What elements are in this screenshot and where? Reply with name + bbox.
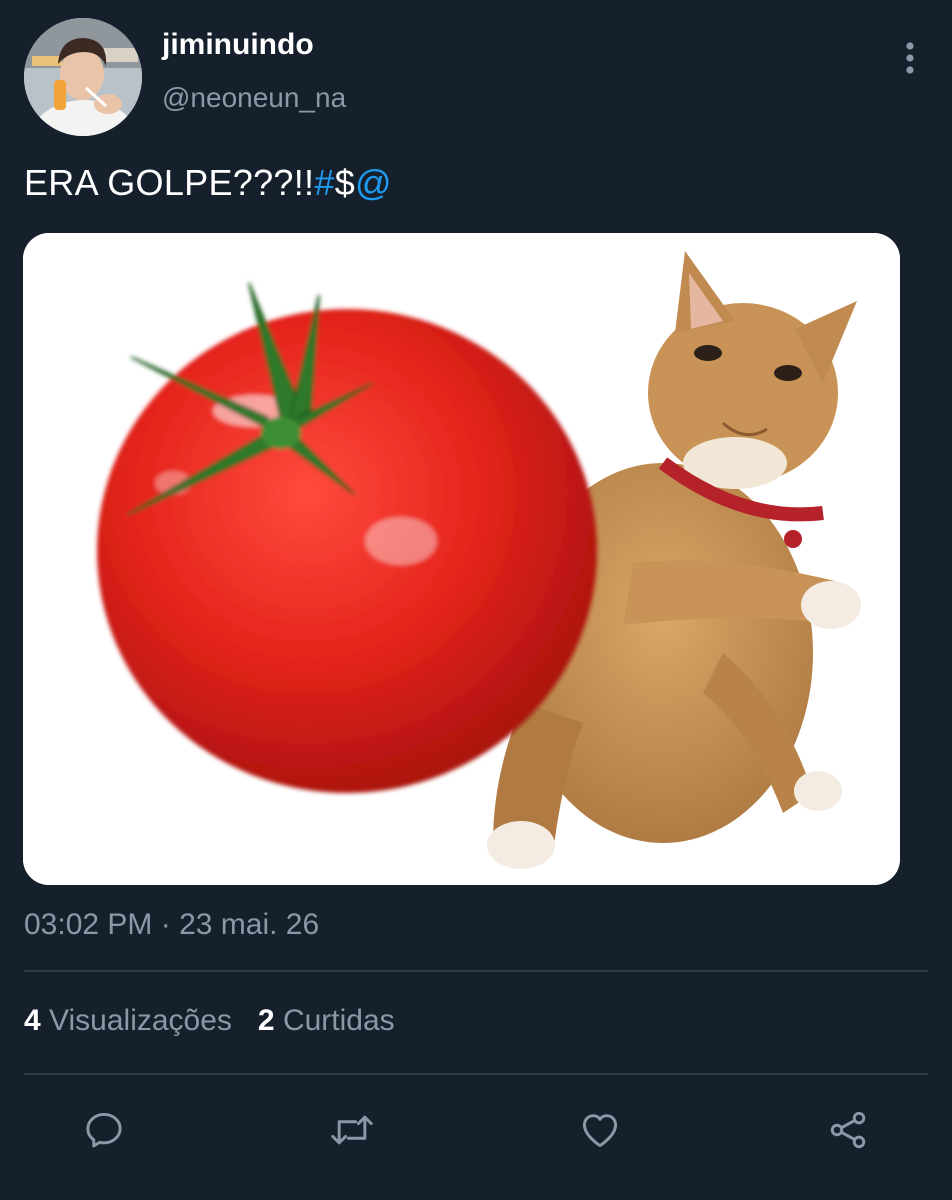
avatar-image bbox=[24, 18, 142, 136]
display-name[interactable]: jiminuindo bbox=[162, 28, 314, 62]
more-vertical-icon bbox=[906, 42, 914, 74]
views-count: 4 bbox=[24, 1004, 41, 1037]
dollar-symbol: $ bbox=[334, 162, 356, 203]
divider-top bbox=[24, 970, 928, 972]
views-label: Visualizações bbox=[49, 1004, 232, 1037]
share-icon bbox=[830, 1111, 866, 1149]
retweet-icon bbox=[331, 1115, 373, 1145]
tweet-stats: 4 Visualizações 2 Curtidas bbox=[24, 1004, 395, 1038]
reply-icon bbox=[86, 1112, 122, 1148]
tweet-header: jiminuindo @neoneun_na bbox=[24, 18, 928, 138]
tweet-actions-bar bbox=[0, 1100, 952, 1164]
heart-icon bbox=[582, 1114, 618, 1148]
hashtag-symbol[interactable]: # bbox=[314, 162, 334, 203]
mention-symbol[interactable]: @ bbox=[355, 162, 392, 203]
views-stat[interactable]: 4 Visualizações bbox=[24, 1004, 232, 1038]
share-button[interactable] bbox=[818, 1100, 878, 1160]
retweet-button[interactable] bbox=[322, 1100, 382, 1160]
like-button[interactable] bbox=[570, 1100, 630, 1160]
likes-count: 2 bbox=[257, 1004, 275, 1037]
likes-stat[interactable]: 2 Curtidas bbox=[258, 1004, 395, 1038]
tomato-cat-meme-image bbox=[23, 233, 900, 885]
more-options-button[interactable] bbox=[892, 36, 928, 80]
user-handle[interactable]: @neoneun_na bbox=[162, 82, 346, 114]
tweet-text-body: ERA GOLPE???!! bbox=[24, 162, 315, 203]
likes-label: Curtidas bbox=[282, 1004, 395, 1037]
tweet-text: ERA GOLPE???!!#$@ bbox=[24, 162, 392, 204]
divider-bottom bbox=[24, 1073, 928, 1075]
tweet-media-image[interactable] bbox=[23, 233, 900, 885]
tweet-detail: jiminuindo @neoneun_na ERA GOLPE???!!#$@ bbox=[0, 0, 952, 1200]
avatar[interactable] bbox=[24, 18, 142, 136]
tweet-timestamp[interactable]: 03:02 PM · 23 mai. 26 bbox=[24, 908, 319, 942]
reply-button[interactable] bbox=[74, 1100, 134, 1160]
